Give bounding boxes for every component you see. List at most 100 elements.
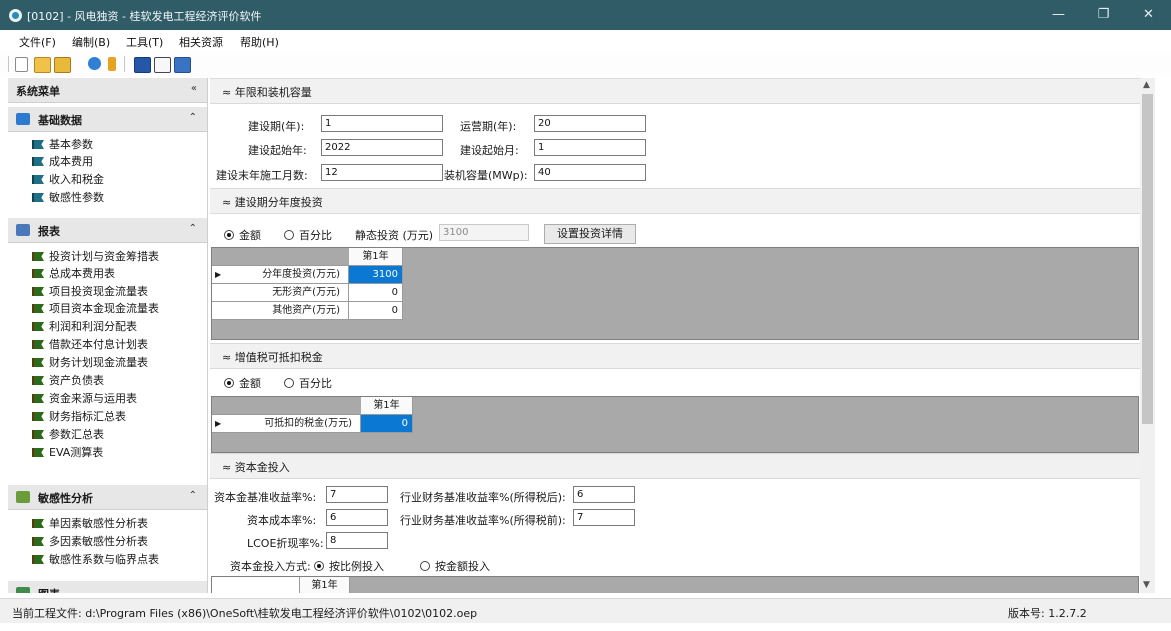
radio-vat-percent[interactable]: 百分比 [284,375,332,391]
menu-tools[interactable]: 工具(T) [126,34,163,50]
build-years-label: 建设期(年): [248,120,305,133]
flag-icon [32,537,44,546]
collapse-panel-button[interactable]: « [191,83,197,94]
collapse-chevron-icon[interactable]: ⌃ [189,112,197,123]
static-investment-input[interactable] [439,224,529,241]
section-annual-investment[interactable]: ≈ 建设期分年度投资 [210,188,1140,214]
sidebar-item-report[interactable]: 资产负债表 [32,372,104,388]
sidebar-item-sensitivity[interactable]: 多因素敏感性分析表 [32,533,148,549]
scroll-up-icon[interactable]: ▲ [1143,80,1150,90]
help-icon[interactable] [88,57,101,70]
build-start-year-input[interactable] [321,139,443,156]
industry-after-tax-label: 行业财务基准收益率%(所得税后): [400,491,566,504]
section-charts[interactable]: 图表 [8,581,207,593]
sidebar-item-report[interactable]: 借款还本付息计划表 [32,336,148,352]
grid-column-header: 第1年 [349,248,403,266]
toolbar [0,52,1171,76]
radio-by-ratio[interactable]: 按比例投入 [314,558,384,574]
capacity-label: 装机容量(MWp): [444,169,528,182]
row-pointer-icon: ▶ [215,270,222,279]
radio-amount[interactable]: 金额 [224,227,261,243]
collapse-chevron-icon: ≈ [222,196,232,209]
flag-icon [32,358,44,367]
build-years-input[interactable] [321,115,443,132]
close-button[interactable]: ✕ [1126,0,1171,30]
section-equity-input[interactable]: ≈ 资本金投入 [210,453,1140,479]
set-investment-details-button[interactable]: 设置投资详情 [544,224,636,244]
menu-bar: 文件(F) 编制(B) 工具(T) 相关资源 帮助(H) [0,30,1171,52]
menu-help[interactable]: 帮助(H) [240,34,279,50]
main-content: ≈ 年限和装机容量 建设期(年): 运营期(年): 建设起始年: 建设起始月: … [210,78,1140,593]
radio-vat-amount[interactable]: 金额 [224,375,261,391]
sidebar-item-sensitivity[interactable]: 敏感性系数与临界点表 [32,551,159,567]
save-icon[interactable] [134,57,151,73]
scroll-down-icon[interactable]: ▼ [1143,580,1150,590]
vertical-scrollbar[interactable]: ▲ ▼ [1140,78,1155,593]
sidebar-item-basic-params[interactable]: 基本参数 [32,136,93,152]
build-start-month-input[interactable] [534,139,646,156]
section-years-capacity[interactable]: ≈ 年限和装机容量 [210,78,1140,104]
sidebar-item-report[interactable]: EVA测算表 [32,444,103,460]
sidebar-item-income-tax[interactable]: 收入和税金 [32,171,104,187]
lcoe-discount-input[interactable] [326,532,388,549]
grid-cell[interactable]: 0 [361,415,413,433]
new-icon[interactable] [15,57,28,72]
open-icon[interactable] [34,57,51,73]
open-dropdown-icon[interactable] [54,57,71,73]
flag-icon [32,304,44,313]
app-logo-icon [9,9,22,22]
sidebar-item-report[interactable]: 项目资本金现金流量表 [32,300,159,316]
section-vat-deduction[interactable]: ≈ 增值税可抵扣税金 [210,343,1140,369]
menu-edit[interactable]: 编制(B) [72,34,110,50]
sum-icon[interactable] [154,57,171,73]
system-menu-panel: 系统菜单 « 基础数据 ⌃ 基本参数 成本费用 收入和税金 敏感性参数 报表 ⌃… [8,78,208,593]
section-basic-data[interactable]: 基础数据 ⌃ [8,107,207,132]
industry-before-tax-input[interactable] [573,509,635,526]
grid-column-header: 第1年 [361,397,413,415]
report-icon [16,224,30,236]
flag-icon [32,287,44,296]
system-menu-header: 系统菜单 « [8,78,207,103]
status-bar: 当前工程文件: d:\Program Files (x86)\OneSoft\桂… [0,598,1171,623]
sidebar-item-report[interactable]: 财务指标汇总表 [32,408,126,424]
sidebar-item-report[interactable]: 总成本费用表 [32,265,115,281]
info-icon[interactable] [108,57,116,71]
sidebar-item-report[interactable]: 项目投资现金流量表 [32,283,148,299]
collapse-chevron-icon[interactable]: ⌃ [189,223,197,234]
sidebar-item-report[interactable]: 资金来源与运用表 [32,390,137,406]
sidebar-item-sensitivity[interactable]: 单因素敏感性分析表 [32,515,148,531]
collapse-chevron-icon[interactable]: ⌃ [189,490,197,501]
sidebar-item-report[interactable]: 投资计划与资金筹措表 [32,248,159,264]
menu-file[interactable]: 文件(F) [19,34,56,50]
sidebar-item-sensitivity-params[interactable]: 敏感性参数 [32,189,104,205]
menu-resources[interactable]: 相关资源 [179,34,223,50]
section-reports[interactable]: 报表 ⌃ [8,218,207,243]
export-icon[interactable] [174,57,191,73]
scrollbar-thumb[interactable] [1142,94,1153,424]
flag-icon [32,394,44,403]
grid-cell[interactable]: 0 [349,284,403,302]
equity-rate-input[interactable] [326,486,388,503]
capacity-input[interactable] [534,164,646,181]
flag-icon [32,157,44,166]
sidebar-item-report[interactable]: 财务计划现金流量表 [32,354,148,370]
operation-years-input[interactable] [534,115,646,132]
grid-cell[interactable]: 0 [349,302,403,320]
sidebar-item-report[interactable]: 利润和利润分配表 [32,318,137,334]
collapse-chevron-icon: ≈ [222,461,232,474]
industry-after-tax-input[interactable] [573,486,635,503]
capital-cost-input[interactable] [326,509,388,526]
section-basic-data-title: 基础数据 [38,114,82,127]
sidebar-item-report[interactable]: 参数汇总表 [32,426,104,442]
grid-cell[interactable]: 3100 [349,266,403,284]
restore-button[interactable]: ❐ [1081,0,1126,30]
static-investment-label: 静态投资 (万元) [355,229,434,242]
grid-row-header: 其他资产(万元) [212,302,349,320]
sidebar-item-cost[interactable]: 成本费用 [32,153,93,169]
radio-percent[interactable]: 百分比 [284,227,332,243]
last-year-months-input[interactable] [321,164,443,181]
radio-by-amount[interactable]: 按金额投入 [420,558,490,574]
section-sensitivity[interactable]: 敏感性分析 ⌃ [8,485,207,510]
version-number: 版本号: 1.2.7.2 [1008,607,1087,620]
minimize-button[interactable]: — [1036,0,1081,30]
